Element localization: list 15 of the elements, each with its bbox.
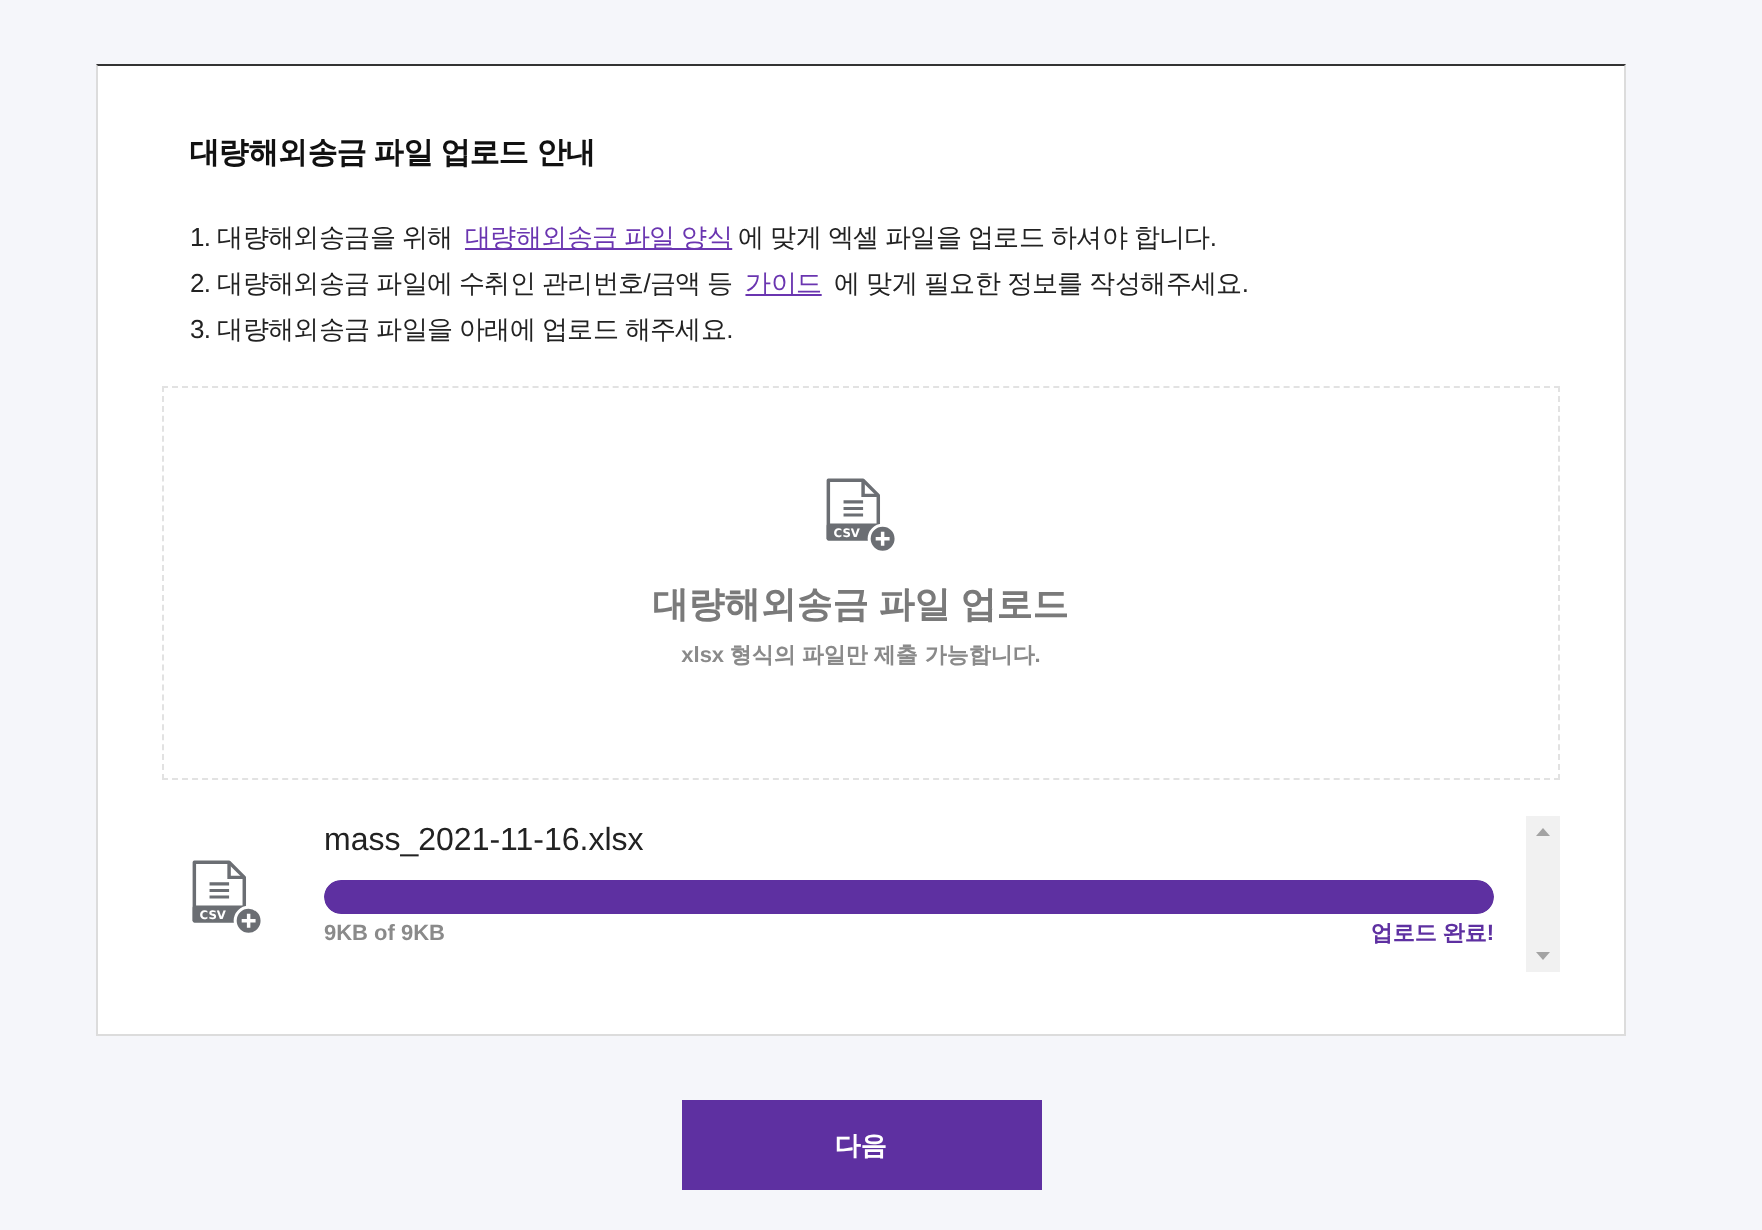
guide-link[interactable]: 가이드 xyxy=(739,268,828,298)
instruction-text: 3. 대량해외송금 파일을 아래에 업로드 해주세요. xyxy=(190,312,735,348)
scroll-up-icon[interactable] xyxy=(1536,828,1550,836)
instruction-text: 2. 대량해외송금 파일에 수취인 관리번호/금액 등 가이드 에 맞게 필요한 정보를 작성해주세요. xyxy=(190,266,1251,302)
instruction-text: 1. 대량해외송금을 위해 대량해외송금 파일 양식 에 맞게 엑셀 파일을 업로드 하셔야 합니다. xyxy=(190,220,1219,256)
upload-status: 업로드 완료! xyxy=(1370,920,1494,948)
dropzone-title: 대량해외송금 파일 업로드 xyxy=(652,582,1069,628)
file-name: mass_2021-11-16.xlsx xyxy=(324,822,646,862)
dropzone-hint: xlsx 형식의 파일만 제출 가능합니다. xyxy=(681,642,1041,670)
guide-title: 대량해외송금 파일 업로드 안내 xyxy=(190,134,598,174)
file-size: 9KB of 9KB xyxy=(324,920,446,948)
next-button[interactable]: 다음 xyxy=(681,1100,1041,1190)
scrollbar[interactable] xyxy=(1526,816,1560,972)
guide-link[interactable]: 대량해외송금 파일 양식 xyxy=(458,222,739,252)
scroll-down-icon[interactable] xyxy=(1536,952,1550,960)
